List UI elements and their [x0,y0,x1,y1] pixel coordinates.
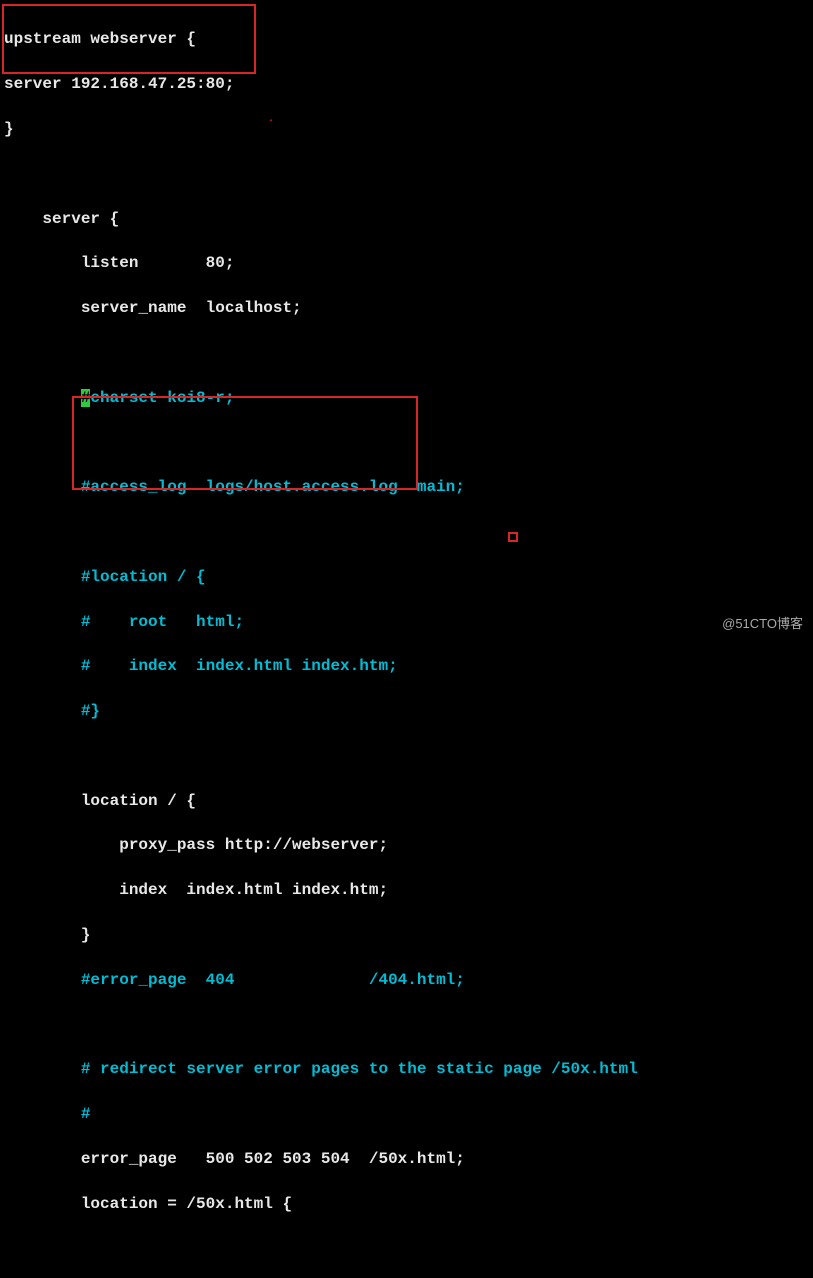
code-line: server_name localhost; [4,297,809,319]
code-editor[interactable]: upstream webserver { server 192.168.47.2… [0,0,813,1278]
code-line: location / { [4,790,809,812]
annotation-dot: · [268,115,274,129]
code-line-comment: #} [4,700,809,722]
cursor-highlight: # [81,389,91,407]
code-line: location = /50x.html { [4,1193,809,1215]
code-line-comment: #location / { [4,566,809,588]
code-line-comment: #access_log logs/host.access.log main; [4,476,809,498]
code-line [4,342,809,364]
code-line-comment: # root html; [4,611,809,633]
code-line: listen 80; [4,252,809,274]
code-line [4,745,809,767]
code-line [4,1014,809,1036]
code-line-comment: # index index.html index.htm; [4,655,809,677]
code-line-comment: # [4,1103,809,1125]
code-line: error_page 500 502 503 504 /50x.html; [4,1148,809,1170]
code-line: proxy_pass http://webserver; [4,834,809,856]
code-line: server 192.168.47.25:80; [4,73,809,95]
code-line [4,431,809,453]
code-line: #charset koi8-r; [4,387,809,409]
watermark-text: @51CTO博客 [722,615,803,633]
code-line: index index.html index.htm; [4,879,809,901]
code-line: } [4,924,809,946]
code-line: upstream webserver { [4,28,809,50]
indent [4,389,81,407]
annotation-square [508,532,518,542]
comment-text: charset koi8-r; [90,389,234,407]
code-line [4,521,809,543]
code-line: server { [4,208,809,230]
code-line-comment: # redirect server error pages to the sta… [4,1058,809,1080]
code-line-comment: #error_page 404 /404.html; [4,969,809,991]
code-line: } [4,118,809,140]
code-line [4,163,809,185]
